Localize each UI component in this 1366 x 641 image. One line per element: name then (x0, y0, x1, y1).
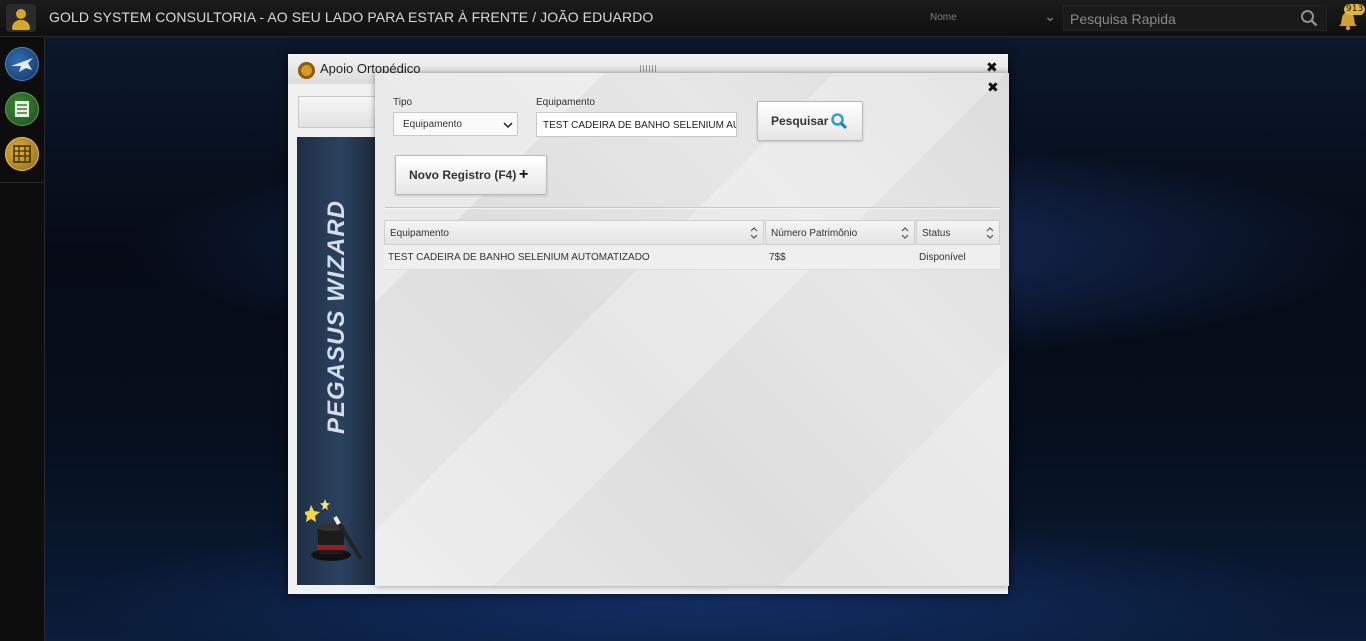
cell-numero-patrimonio: 7$$ (769, 252, 786, 263)
new-record-button[interactable]: Novo Registro (F4) + (395, 155, 547, 195)
close-icon[interactable]: ✖ (987, 80, 999, 96)
column-header-equipamento[interactable]: Equipamento (384, 220, 764, 245)
divider (385, 207, 1000, 209)
tipo-select[interactable]: Equipamento (393, 112, 518, 136)
notifications-bell-icon[interactable]: 913 (1334, 4, 1366, 32)
search-button-label: Pesquisar (771, 114, 829, 128)
app-logo-icon (298, 62, 315, 79)
quick-search-input[interactable] (1064, 6, 1302, 32)
equipamento-label: Equipamento (536, 97, 595, 108)
top-bar: GOLD SYSTEM CONSULTORIA - AO SEU LADO PA… (0, 0, 1366, 37)
notification-count-badge: 913 (1344, 4, 1366, 15)
new-record-label: Novo Registro (F4) (409, 168, 517, 182)
equipamento-input[interactable]: TEST CADEIRA DE BANHO SELENIUM AU (536, 112, 737, 137)
cell-equipamento: TEST CADEIRA DE BANHO SELENIUM AUTOMATIZ… (388, 252, 650, 263)
user-icon[interactable] (6, 4, 36, 32)
quick-search-box (1063, 5, 1327, 32)
tipo-select-value: Equipamento (403, 119, 462, 130)
magic-hat-icon (305, 499, 363, 561)
column-header-status[interactable]: Status (916, 220, 1000, 245)
wizard-label: PEGASUS WIZARD (323, 200, 350, 435)
wizard-banner: PEGASUS WIZARD (297, 137, 377, 585)
column-header-label: Equipamento (390, 228, 449, 239)
search-icon (831, 113, 848, 130)
window-toolbar-button[interactable] (298, 96, 378, 128)
search-type-value: Nome (930, 12, 957, 23)
column-header-numero-patrimonio[interactable]: Número Patrimônio (765, 220, 915, 245)
calendar-grid-icon[interactable] (5, 137, 39, 171)
sidebar-divider (0, 182, 44, 183)
search-icon[interactable] (1300, 9, 1318, 27)
list-document-icon[interactable] (5, 92, 39, 126)
plane-icon[interactable] (5, 47, 39, 81)
app-title: GOLD SYSTEM CONSULTORIA - AO SEU LADO PA… (49, 9, 654, 25)
chevron-down-icon (503, 122, 513, 129)
search-modal: ✖ Tipo Equipamento Equipamento TEST CADE… (375, 73, 1009, 586)
search-button[interactable]: Pesquisar (757, 101, 863, 141)
column-header-label: Status (922, 228, 951, 239)
drag-handle-icon[interactable] (640, 65, 656, 72)
sort-icon (901, 227, 909, 239)
sort-icon (986, 227, 994, 239)
sort-icon (750, 227, 758, 239)
table-row[interactable]: TEST CADEIRA DE BANHO SELENIUM AUTOMATIZ… (384, 245, 1000, 270)
column-header-label: Número Patrimônio (771, 228, 858, 239)
plus-icon: + (519, 166, 529, 183)
tipo-label: Tipo (393, 97, 413, 108)
chevron-down-icon: ⌄ (1044, 8, 1056, 24)
search-type-select[interactable]: Nome ⌄ (926, 6, 1060, 30)
sidebar (0, 37, 45, 641)
cell-status: Disponível (919, 252, 966, 263)
